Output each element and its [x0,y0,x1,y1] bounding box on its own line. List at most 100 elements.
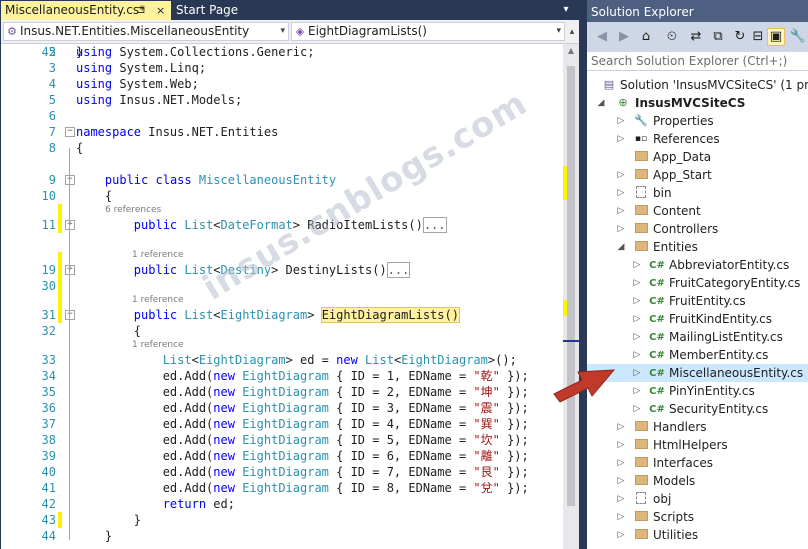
collapsed-arrow-icon[interactable]: ▷ [631,292,643,310]
code-editor[interactable]: 2 using System.Collections.Generic; 3 using… [1,44,563,549]
collapsed-arrow-icon[interactable]: ▷ [615,220,627,238]
code-line[interactable]: 40 ed.Add(new EightDiagram { ID = 7, EDN… [1,464,563,480]
split-window-icon[interactable]: ▴ [567,23,577,41]
collapsed-arrow-icon[interactable]: ▷ [615,508,627,526]
panel-splitter[interactable] [579,0,587,549]
collapsed-arrow-icon[interactable]: ▷ [631,364,643,382]
tab-miscellaneous-entity[interactable]: MiscellaneousEntity.cs* ⊐ × [1,1,171,20]
sync-icon[interactable]: ⇄ [687,28,705,46]
code-lens-references[interactable]: 6 references [105,204,161,216]
history-icon[interactable]: ⏲ [663,28,681,46]
code-line[interactable]: 37 ed.Add(new EightDiagram { ID = 4, EDN… [1,416,563,432]
tree-item[interactable]: ▷ Models [587,472,808,490]
code-line[interactable]: 36 ed.Add(new EightDiagram { ID = 3, EDN… [1,400,563,416]
collapsed-arrow-icon[interactable]: ▷ [615,436,627,454]
tree-item[interactable]: ▷ bin [587,184,808,202]
tree-item[interactable]: ▷ ▪▫ References [587,130,808,148]
tab-start-page[interactable]: Start Page [172,1,262,20]
properties-icon[interactable]: 🔧 [789,28,807,46]
code-line[interactable]: 11 + public List<DateFormat> RadioItemLis… [1,217,563,233]
pending-changes-icon[interactable]: ⧉ [709,28,727,46]
code-line[interactable]: 35 ed.Add(new EightDiagram { ID = 2, EDN… [1,384,563,400]
code-line[interactable]: 5 using Insus.NET.Models; [1,92,563,108]
code-line[interactable]: 8{ [1,140,563,156]
collapsed-arrow-icon[interactable]: ▷ [631,328,643,346]
tree-item[interactable]: ▷ Controllers [587,220,808,238]
collapsed-arrow-icon[interactable]: ▷ [615,184,627,202]
code-line[interactable]: 30 [1,278,563,294]
code-line[interactable]: 6 [1,108,563,124]
code-line[interactable]: 31− public List<EightDiagram> EightDiagr… [1,307,563,323]
collapsed-arrow-icon[interactable]: ▷ [631,274,643,292]
tree-item[interactable]: ◢ Entities [587,238,808,256]
collapsed-arrow-icon[interactable]: ▷ [615,130,627,148]
tree-item[interactable]: ▷ C# MailingListEntity.cs [587,328,808,346]
collapsed-region[interactable]: ... [422,217,447,233]
home-icon[interactable]: ⌂ [637,28,655,46]
code-line[interactable]: 44 } [1,528,563,544]
collapse-all-icon[interactable]: ⊟ [749,28,767,46]
tree-item[interactable]: ▷ Utilities [587,526,808,544]
tree-item[interactable]: ▷ Content [587,202,808,220]
code-line[interactable]: 38 ed.Add(new EightDiagram { ID = 5, EDN… [1,432,563,448]
tree-project-node[interactable]: ◢ ⊕ InsusMVCSiteCS [591,94,808,112]
back-icon[interactable]: ◀ [593,28,611,46]
code-line[interactable]: 9− public class MiscellaneousEntity [1,172,563,188]
code-line[interactable]: 33 List<EightDiagram> ed = new List<Eigh… [1,352,563,368]
member-dropdown[interactable]: ◈ EightDiagramLists() ▾ [291,22,565,41]
collapsed-region[interactable]: ... [386,262,411,278]
code-line[interactable]: 43 } [1,512,563,528]
tree-solution-node[interactable]: ▤ Solution 'InsusMVCSiteCS' (1 project) [591,76,808,94]
collapsed-arrow-icon[interactable]: ▷ [615,112,627,130]
editor-vertical-scrollbar[interactable]: ▲ [563,44,579,549]
collapsed-arrow-icon[interactable]: ▷ [615,202,627,220]
collapse-outline-icon[interactable]: − [65,310,75,320]
code-lens-references[interactable]: 1 reference [132,339,184,351]
tree-item[interactable]: ▷ Handlers [587,418,808,436]
tree-item[interactable]: ▷ Scripts [587,508,808,526]
pin-icon[interactable]: ⊐ [137,1,145,20]
collapsed-arrow-icon[interactable]: ▷ [631,382,643,400]
collapsed-arrow-icon[interactable]: ▷ [631,400,643,418]
code-lens-references[interactable]: 1 reference [132,249,184,261]
tree-item[interactable]: ▷ obj [587,490,808,508]
tree-item[interactable]: App_Data [587,148,808,166]
collapsed-arrow-icon[interactable]: ▷ [631,310,643,328]
forward-icon[interactable]: ▶ [615,28,633,46]
collapsed-arrow-icon[interactable]: ▷ [631,256,643,274]
tree-item[interactable]: ▷ C# FruitKindEntity.cs [587,310,808,328]
tab-list-dropdown-icon[interactable]: ▾ [556,2,576,18]
refresh-icon[interactable]: ↻ [731,28,749,46]
scroll-up-icon[interactable]: ▲ [563,46,579,55]
expanded-arrow-icon[interactable]: ◢ [615,238,627,256]
collapse-outline-icon[interactable]: − [65,127,75,137]
code-line[interactable]: 34 ed.Add(new EightDiagram { ID = 1, EDN… [1,368,563,384]
class-dropdown[interactable]: ⚙ Insus.NET.Entities.MiscellaneousEntity … [3,22,289,41]
collapsed-arrow-icon[interactable]: ▷ [615,472,627,490]
tree-item[interactable]: ▷ HtmlHelpers [587,436,808,454]
collapsed-arrow-icon[interactable]: ▷ [615,454,627,472]
expand-outline-icon[interactable]: + [65,220,75,230]
code-line[interactable]: 4 using System.Web; [1,76,563,92]
tree-item[interactable]: ▷ C# FruitCategoryEntity.cs [587,274,808,292]
collapse-outline-icon[interactable]: − [65,175,75,185]
code-line[interactable]: 45} [1,44,563,60]
collapsed-arrow-icon[interactable]: ▷ [615,166,627,184]
collapsed-arrow-icon[interactable]: ▷ [615,490,627,508]
code-lens-references[interactable]: 1 reference [132,294,184,306]
code-line[interactable]: 3 using System.Linq; [1,60,563,76]
code-line[interactable]: 19 + public List<Destiny> DestinyLists().… [1,262,563,278]
tree-item[interactable]: ▷ Interfaces [587,454,808,472]
code-line[interactable]: 42 return ed; [1,496,563,512]
code-line[interactable]: 10 { [1,188,563,204]
tree-item[interactable]: ▷ C# AbbreviatorEntity.cs [587,256,808,274]
code-line[interactable]: 7− namespace Insus.NET.Entities [1,124,563,140]
tree-item[interactable]: ▷ App_Start [587,166,808,184]
search-input[interactable]: Search Solution Explorer (Ctrl+;) [587,52,808,71]
show-all-files-icon[interactable]: ▣ [767,28,785,46]
scrollbar-thumb[interactable] [567,66,575,506]
code-line[interactable]: 32 { [1,323,563,339]
collapsed-arrow-icon[interactable]: ▷ [615,526,627,544]
expand-outline-icon[interactable]: + [65,265,75,275]
code-line[interactable]: 41 ed.Add(new EightDiagram { ID = 8, EDN… [1,480,563,496]
